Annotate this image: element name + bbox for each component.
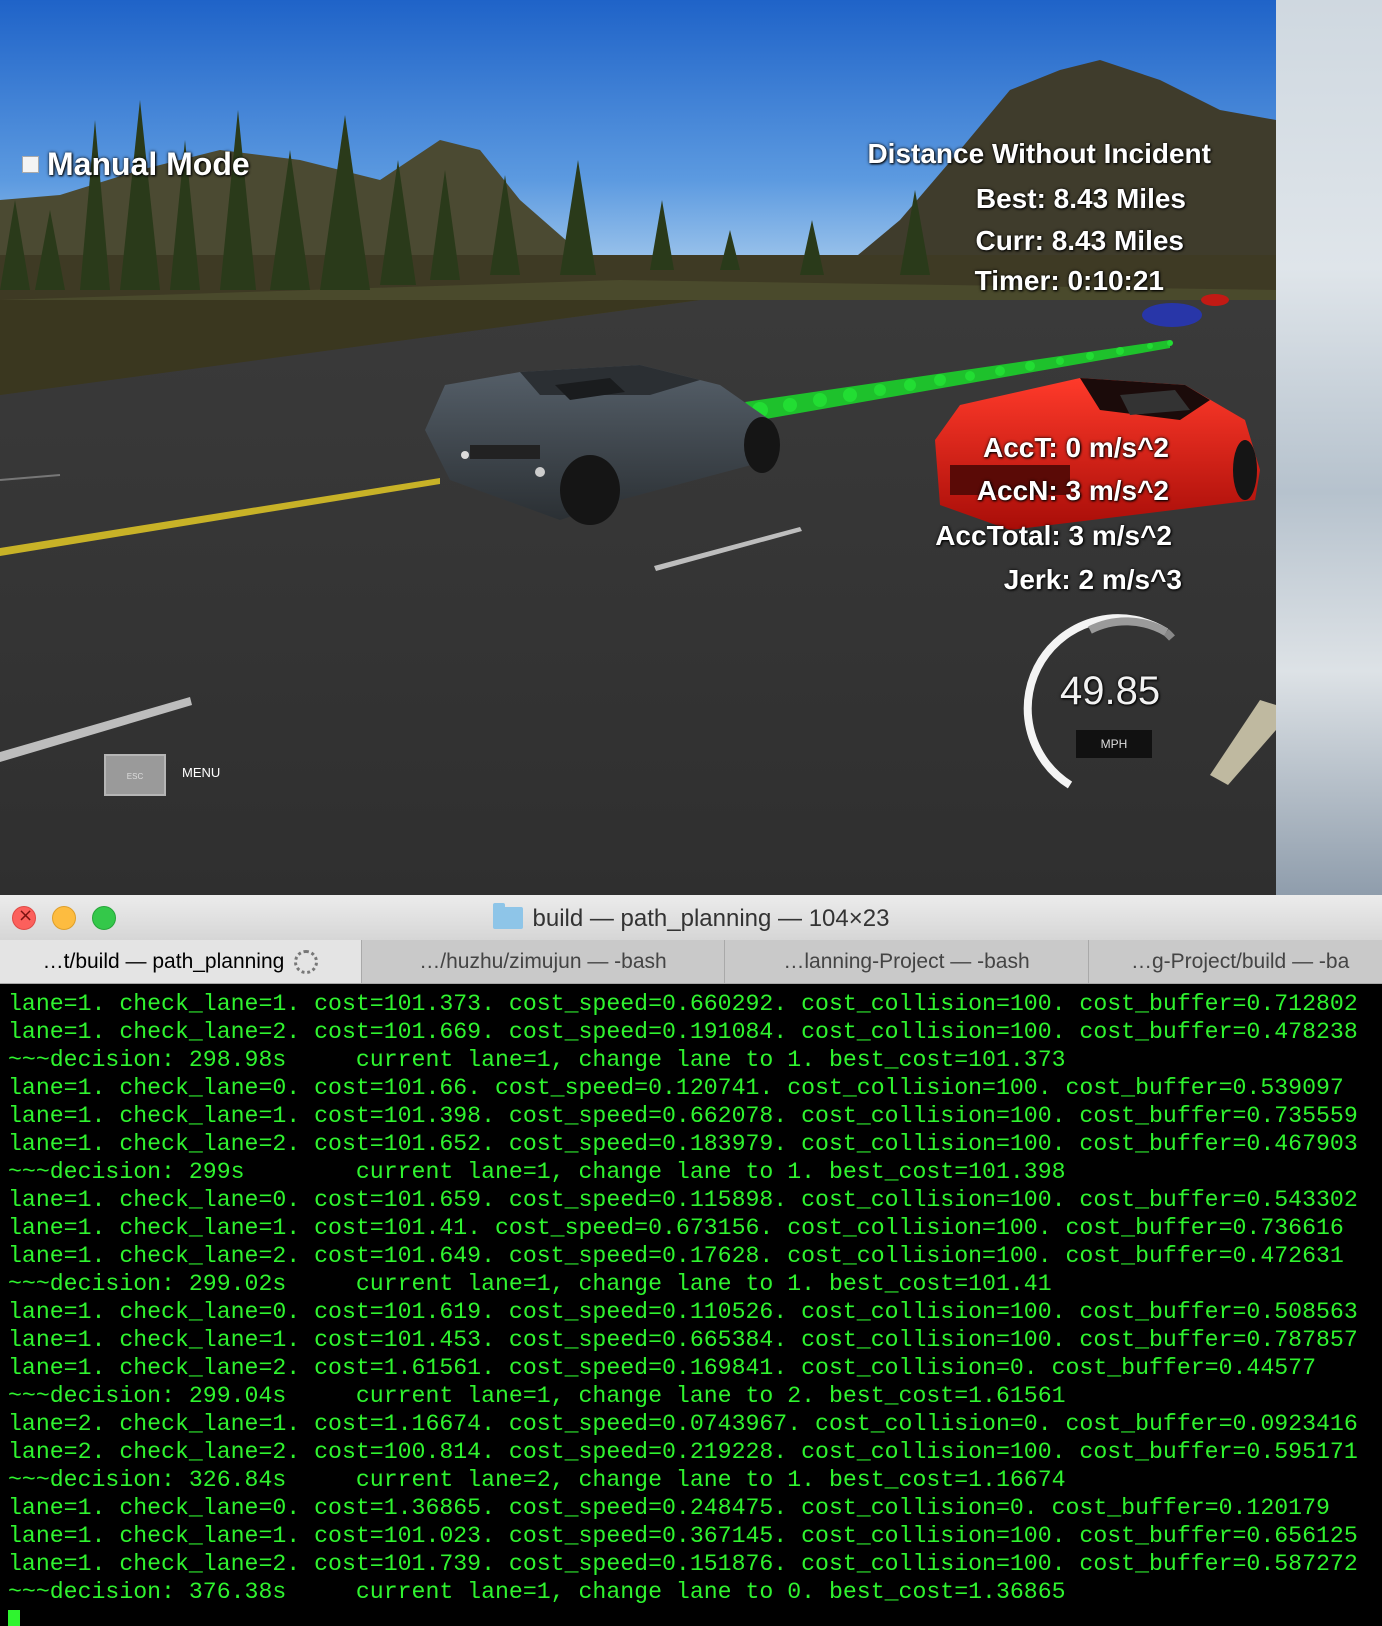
- tab-bar: …t/build — path_planning …/huzhu/zimujun…: [0, 940, 1382, 984]
- terminal-output[interactable]: lane=1. check_lane=1. cost=101.373. cost…: [8, 990, 1382, 1626]
- speed-readout: 49.85: [1060, 669, 1161, 713]
- output-line: lane=1. check_lane=2. cost=101.649. cost…: [8, 1243, 1344, 1269]
- output-line: ~~~decision: 298.98s current lane=1, cha…: [8, 1047, 1066, 1073]
- output-line: lane=2. check_lane=1. cost=1.16674. cost…: [8, 1411, 1358, 1437]
- current-distance: Curr: 8.43 Miles: [975, 225, 1184, 256]
- output-line: lane=1. check_lane=1. cost=101.023. cost…: [8, 1523, 1358, 1549]
- output-line: lane=1. check_lane=1. cost=101.373. cost…: [8, 991, 1358, 1017]
- tab-label: …g-Project/build — -ba: [1131, 949, 1350, 973]
- best-distance: Best: 8.43 Miles: [975, 183, 1186, 214]
- cursor-line: [8, 1606, 1382, 1626]
- desktop-background: [1276, 0, 1382, 895]
- acc-normal: AccN: 3 m/s^2: [976, 475, 1169, 506]
- window-title: build — path_planning — 104×23: [0, 903, 1382, 933]
- manual-mode-toggle[interactable]: Manual Mode: [22, 146, 250, 183]
- output-line: lane=1. check_lane=0. cost=1.36865. cost…: [8, 1495, 1330, 1521]
- title-bar[interactable]: build — path_planning — 104×23: [0, 895, 1382, 941]
- distance-title: Distance Without Incident: [867, 138, 1211, 169]
- blue-car: [1142, 303, 1202, 327]
- esc-key-button[interactable]: ESC: [104, 754, 166, 796]
- manual-mode-label: Manual Mode: [47, 146, 250, 182]
- output-line: lane=1. check_lane=2. cost=101.652. cost…: [8, 1131, 1358, 1157]
- output-line: lane=1. check_lane=0. cost=101.66. cost_…: [8, 1075, 1344, 1101]
- jerk: Jerk: 2 m/s^3: [1003, 564, 1182, 595]
- output-line: lane=1. check_lane=1. cost=101.453. cost…: [8, 1327, 1358, 1353]
- tab-label-main: path_planning: [152, 949, 285, 973]
- output-line: lane=1. check_lane=2. cost=101.739. cost…: [8, 1551, 1358, 1577]
- folder-icon: [492, 903, 523, 929]
- output-line: lane=1. check_lane=2. cost=1.61561. cost…: [8, 1355, 1316, 1381]
- manual-mode-checkbox[interactable]: [22, 156, 39, 173]
- output-line: ~~~decision: 299s current lane=1, change…: [8, 1159, 1066, 1185]
- tab-project-build-bash[interactable]: …g-Project/build — -ba: [1089, 940, 1382, 983]
- output-line: lane=1. check_lane=2. cost=101.669. cost…: [8, 1019, 1358, 1045]
- window-title-text: build — path_planning — 104×23: [532, 905, 890, 932]
- output-line: lane=1. check_lane=1. cost=101.398. cost…: [8, 1103, 1358, 1129]
- menu-label: MENU: [182, 765, 221, 780]
- terminal-window: build — path_planning — 104×23 …t/build …: [0, 895, 1382, 1626]
- tab-label: …/huzhu/zimujun — -bash: [419, 949, 667, 973]
- output-line: ~~~decision: 376.38s current lane=1, cha…: [8, 1579, 1066, 1605]
- timer: Timer: 0:10:21: [974, 265, 1164, 296]
- output-line: lane=1. check_lane=1. cost=101.41. cost_…: [8, 1215, 1344, 1241]
- tab-path-planning[interactable]: …t/build — path_planning: [0, 940, 362, 983]
- output-line: ~~~decision: 299.04s current lane=1, cha…: [8, 1383, 1066, 1409]
- output-line: ~~~decision: 299.02s current lane=1, cha…: [8, 1271, 1052, 1297]
- output-line: lane=2. check_lane=2. cost=100.814. cost…: [8, 1439, 1358, 1465]
- simulator-view: Manual Mode Distance Without Incident Be…: [0, 0, 1276, 895]
- tab-project-bash[interactable]: …lanning-Project — -bash: [725, 940, 1089, 983]
- text-cursor: [8, 1610, 20, 1626]
- tab-zimujun-bash[interactable]: …/huzhu/zimujun — -bash: [362, 940, 725, 983]
- tab-label-prefix: …t/build —: [42, 949, 153, 973]
- distant-red-car: [1201, 294, 1229, 306]
- speed-unit: MPH: [1076, 730, 1152, 758]
- acc-tangential: AccT: 0 m/s^2: [983, 432, 1169, 463]
- output-line: lane=1. check_lane=0. cost=101.619. cost…: [8, 1299, 1358, 1325]
- output-line: ~~~decision: 326.84s current lane=2, cha…: [8, 1467, 1066, 1493]
- tab-label: …lanning-Project — -bash: [783, 949, 1030, 973]
- output-line: lane=1. check_lane=0. cost=101.659. cost…: [8, 1187, 1358, 1213]
- acc-total: AccTotal: 3 m/s^2: [935, 520, 1172, 551]
- activity-spinner-icon: [294, 949, 319, 974]
